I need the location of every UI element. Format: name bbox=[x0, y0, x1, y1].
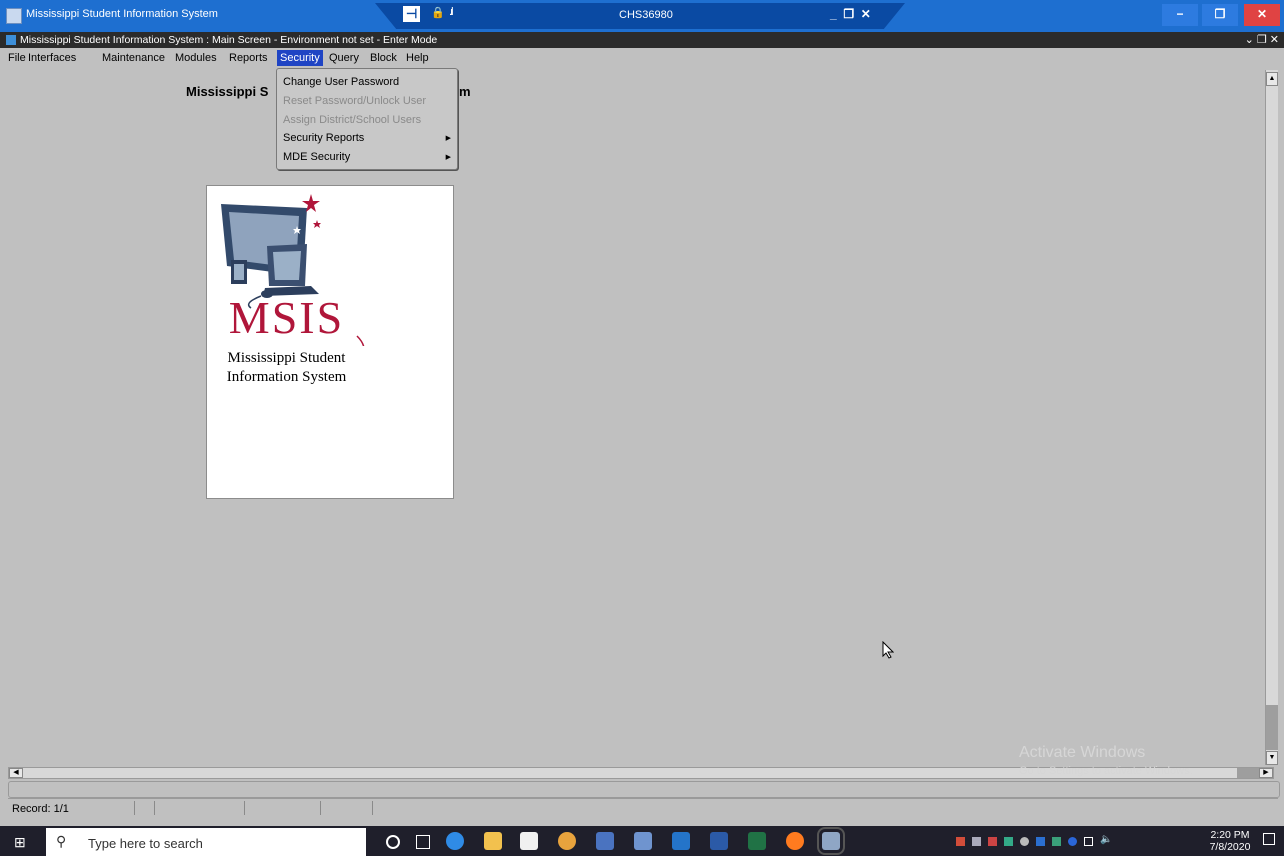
file-explorer-icon[interactable] bbox=[484, 832, 502, 850]
status-divider bbox=[372, 801, 373, 815]
menu-interfaces[interactable]: Interfaces bbox=[28, 52, 76, 64]
excel-icon[interactable] bbox=[748, 832, 766, 850]
outlook-icon[interactable] bbox=[672, 832, 690, 850]
outer-window-title: Mississippi Student Information System bbox=[26, 8, 218, 20]
tray-app-icon[interactable] bbox=[1052, 837, 1061, 846]
submenu-arrow-icon: ▶ bbox=[445, 135, 451, 142]
message-line bbox=[8, 781, 1280, 798]
pin-icon[interactable]: ⊣ bbox=[403, 6, 421, 22]
record-indicator: Record: 1/1 bbox=[12, 803, 69, 815]
activate-title: Activate Windows bbox=[1019, 744, 1146, 761]
menu-file[interactable]: File bbox=[8, 52, 26, 64]
volume-icon[interactable]: 🔈 bbox=[1100, 834, 1114, 848]
chrome-icon[interactable] bbox=[558, 832, 576, 850]
form-title-end: m bbox=[459, 84, 471, 99]
scroll-left-icon[interactable]: ◀ bbox=[9, 768, 23, 778]
taskbar-clock[interactable]: 2:20 PM 7/8/2020 bbox=[1204, 829, 1256, 853]
outer-title-bar: Mississippi Student Information System ⊣… bbox=[0, 0, 1284, 32]
edge-icon[interactable] bbox=[446, 832, 464, 850]
tray-app-icon[interactable] bbox=[1004, 837, 1013, 846]
status-bar: Record: 1/1 bbox=[8, 798, 1278, 816]
photos-icon[interactable] bbox=[634, 832, 652, 850]
logo-acronym: MSIS bbox=[228, 292, 345, 343]
notifications-icon[interactable] bbox=[1263, 833, 1275, 845]
minimize-button[interactable]: − bbox=[1162, 4, 1198, 26]
restore-button[interactable]: ❐ bbox=[1202, 4, 1238, 26]
form-title-start: Mississippi S bbox=[186, 84, 269, 99]
tray-app-icon[interactable] bbox=[972, 837, 981, 846]
lock-icon: 🔒 bbox=[431, 7, 445, 19]
menu-bar: File Interfaces Maintenance Modules Repo… bbox=[0, 48, 1284, 68]
search-icon: ⚲ bbox=[56, 833, 67, 849]
remote-host-name: CHS36980 bbox=[619, 9, 673, 21]
remote-connection-bar: ⊣ 🔒 .ıl CHS36980 _ ❐ ✕ bbox=[375, 3, 905, 29]
security-dropdown-menu: Change User Password Reset Password/Unlo… bbox=[276, 68, 458, 170]
bluetooth-icon[interactable] bbox=[1068, 837, 1077, 846]
store-icon[interactable] bbox=[520, 832, 538, 850]
status-divider bbox=[154, 801, 155, 815]
network-icon[interactable] bbox=[1084, 837, 1093, 846]
tray-app-icon[interactable] bbox=[1020, 837, 1029, 846]
status-divider bbox=[244, 801, 245, 815]
menuitem-security-reports[interactable]: Security Reports bbox=[283, 132, 364, 144]
activate-windows-watermark: Activate Windows Go to Settings to activ… bbox=[1019, 744, 1193, 777]
scroll-down-icon[interactable]: ▼ bbox=[1266, 751, 1278, 765]
windows-taskbar: ⊞ ⚲ Type here to search 🔈 2:20 PM 7/8/20… bbox=[0, 826, 1284, 856]
clock-date: 7/8/2020 bbox=[1209, 841, 1251, 853]
menu-modules[interactable]: Modules bbox=[175, 52, 217, 64]
taskbar-search-box[interactable]: ⚲ Type here to search bbox=[46, 828, 366, 856]
menuitem-change-user-password[interactable]: Change User Password bbox=[283, 76, 399, 88]
menuitem-reset-password: Reset Password/Unlock User bbox=[283, 95, 427, 107]
tray-app-icon[interactable] bbox=[1036, 837, 1045, 846]
menu-maintenance[interactable]: Maintenance bbox=[102, 52, 165, 64]
java-app-icon[interactable] bbox=[817, 827, 845, 855]
activate-subtitle: Go to Settings to activate Windows. bbox=[1019, 765, 1193, 777]
menu-help[interactable]: Help bbox=[406, 52, 429, 64]
tray-app-icon[interactable] bbox=[988, 837, 997, 846]
status-divider bbox=[134, 801, 135, 815]
vertical-scroll-thumb[interactable] bbox=[1266, 705, 1278, 750]
menu-block[interactable]: Block bbox=[370, 52, 397, 64]
inner-title-bar: Mississippi Student Information System :… bbox=[0, 32, 1284, 48]
scroll-up-icon[interactable]: ▲ bbox=[1266, 72, 1278, 86]
clock-time: 2:20 PM bbox=[1210, 829, 1250, 841]
windows-start-icon[interactable]: ⊞ bbox=[14, 834, 26, 851]
rdp-window-controls[interactable]: _ ❐ ✕ bbox=[830, 7, 871, 21]
scroll-right-icon[interactable]: ▶ bbox=[1259, 768, 1273, 778]
java-window-icon bbox=[6, 35, 16, 45]
maps-icon[interactable] bbox=[596, 832, 614, 850]
cortana-icon[interactable] bbox=[386, 835, 400, 849]
word-icon[interactable] bbox=[710, 832, 728, 850]
menu-reports[interactable]: Reports bbox=[229, 52, 268, 64]
firefox-icon[interactable] bbox=[786, 832, 804, 850]
menu-security[interactable]: Security bbox=[277, 50, 323, 66]
menuitem-mde-security[interactable]: MDE Security bbox=[283, 151, 350, 163]
mouse-cursor-icon bbox=[882, 641, 894, 659]
status-divider bbox=[320, 801, 321, 815]
task-view-icon[interactable] bbox=[416, 835, 430, 849]
logo-line-2: Information System bbox=[226, 369, 347, 385]
msis-logo: MSIS Mississippi Student Information Sys… bbox=[206, 185, 454, 499]
vertical-scrollbar[interactable]: ▲ ▼ bbox=[1265, 70, 1278, 765]
inner-window-title: Mississippi Student Information System :… bbox=[20, 34, 438, 46]
menu-query[interactable]: Query bbox=[329, 52, 359, 64]
close-button[interactable]: ✕ bbox=[1244, 4, 1280, 26]
app-icon bbox=[6, 8, 22, 24]
menuitem-assign-district-users: Assign District/School Users bbox=[283, 114, 422, 126]
logo-line-1: Mississippi Student bbox=[227, 350, 346, 366]
signal-icon: .ıl bbox=[449, 6, 453, 18]
submenu-arrow-icon: ▶ bbox=[445, 154, 451, 161]
search-placeholder: Type here to search bbox=[88, 836, 203, 851]
horizontal-scroll-thumb[interactable] bbox=[1237, 768, 1259, 778]
inner-window-controls[interactable]: ⌄ ❐ ✕ bbox=[1245, 33, 1279, 46]
tray-app-icon[interactable] bbox=[956, 837, 965, 846]
